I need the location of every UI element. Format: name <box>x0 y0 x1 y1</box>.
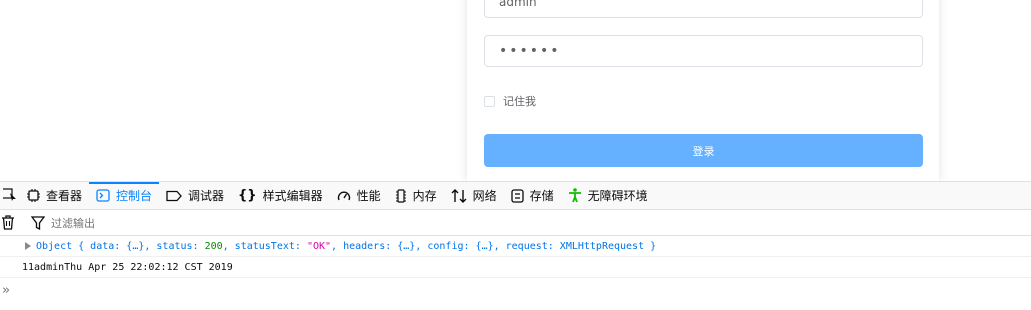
password-value: •••••• <box>499 43 561 59</box>
tab-label: 存储 <box>529 189 554 203</box>
tab-performance[interactable]: 性能 <box>330 182 388 209</box>
remember-me[interactable]: 记住我 <box>484 93 536 109</box>
username-input[interactable]: admin <box>484 0 923 18</box>
object-mid: , statusText: <box>222 240 307 252</box>
tab-label: 查看器 <box>46 189 83 203</box>
tab-memory[interactable]: 内存 <box>388 182 444 209</box>
status-text-value: "OK" <box>306 240 332 252</box>
tab-label: 样式编辑器 <box>262 189 323 203</box>
status-value: 200 <box>204 240 223 252</box>
network-icon <box>451 188 467 203</box>
element-picker-button[interactable] <box>0 182 20 209</box>
accessibility-icon <box>568 188 582 203</box>
console-filter-bar: 过滤输出 <box>0 210 1031 236</box>
devtools-panel: 查看器 控制台 调试器 {} 样式编辑器 性能 内存 网络 存储 无障碍环境 过… <box>0 181 1031 310</box>
debugger-icon <box>166 190 182 202</box>
object-prefix: Object { data: {…}, status: <box>36 240 205 252</box>
login-button[interactable]: 登录 <box>484 134 923 167</box>
remember-checkbox[interactable] <box>484 95 495 107</box>
tab-accessibility[interactable]: 无障碍环境 <box>561 182 655 209</box>
console-output: Object { data: {…}, status: 200, statusT… <box>0 236 1031 303</box>
tab-console[interactable]: 控制台 <box>89 182 160 209</box>
element-picker-icon <box>0 187 17 204</box>
remember-label: 记住我 <box>503 95 536 108</box>
console-icon <box>96 189 110 202</box>
tab-label: 性能 <box>356 189 381 203</box>
trash-icon[interactable] <box>1 215 15 230</box>
object-suffix: , headers: {…}, config: {…}, request: XM… <box>331 240 657 252</box>
console-log-row: 11adminThu Apr 25 22:02:12 CST 2019 <box>0 257 1031 278</box>
tab-label: 内存 <box>412 189 437 203</box>
web-page: admin •••••• 记住我 登录 <box>0 0 1031 181</box>
filter-icon[interactable] <box>31 215 45 230</box>
tab-label: 控制台 <box>116 189 153 203</box>
password-input[interactable]: •••••• <box>484 35 923 67</box>
style-editor-icon: {} <box>238 188 257 203</box>
expand-arrow-icon[interactable] <box>25 242 31 250</box>
tab-debugger[interactable]: 调试器 <box>159 182 231 209</box>
tab-label: 调试器 <box>188 189 225 203</box>
storage-icon <box>510 188 524 203</box>
tab-inspector[interactable]: 查看器 <box>20 182 89 209</box>
console-log-row[interactable]: Object { data: {…}, status: 200, statusT… <box>0 236 1031 257</box>
filter-input[interactable]: 过滤输出 <box>51 215 95 231</box>
memory-icon <box>395 188 407 203</box>
tab-label: 网络 <box>472 189 497 203</box>
performance-icon <box>337 190 351 202</box>
username-value: admin <box>499 0 537 9</box>
devtools-toolbar: 查看器 控制台 调试器 {} 样式编辑器 性能 内存 网络 存储 无障碍环境 <box>0 182 1031 210</box>
console-input[interactable]: » <box>0 278 1031 303</box>
prompt-chevron-icon: » <box>2 283 10 298</box>
tab-storage[interactable]: 存储 <box>504 182 561 209</box>
tab-style-editor[interactable]: {} 样式编辑器 <box>231 182 330 209</box>
tab-label: 无障碍环境 <box>587 189 648 203</box>
inspector-icon <box>27 189 40 202</box>
login-form: admin •••••• 记住我 登录 <box>467 0 939 181</box>
tab-network[interactable]: 网络 <box>444 182 504 209</box>
log-text: 11adminThu Apr 25 22:02:12 CST 2019 <box>22 261 233 273</box>
